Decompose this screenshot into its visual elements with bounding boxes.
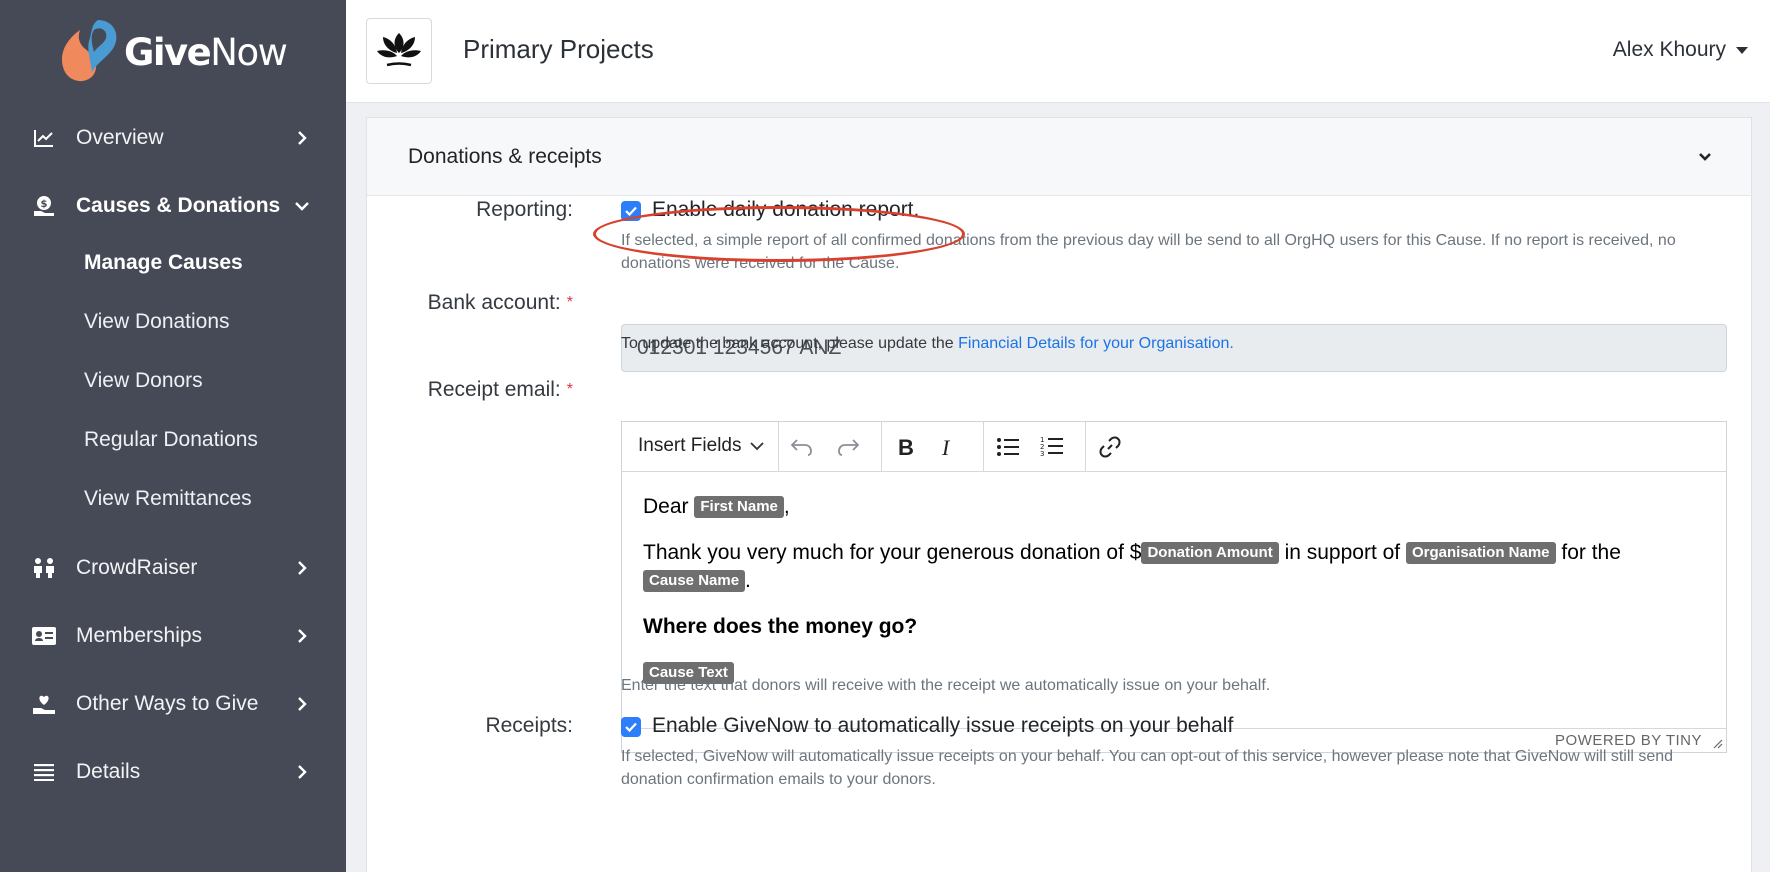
required-marker: * [566, 381, 573, 398]
numbered-list-icon: 123 [1040, 436, 1063, 458]
first-name-merge-tag: First Name [694, 496, 784, 518]
page-title: Primary Projects [463, 34, 654, 64]
sidebar-item-crowdraiser[interactable]: CrowdRaiser [0, 538, 346, 598]
sidebar-item-details[interactable]: Details [0, 742, 346, 802]
donation-amount-merge-tag: Donation Amount [1141, 542, 1279, 564]
sidebar-subitem-regular-donations[interactable]: Regular Donations [84, 428, 258, 452]
bank-account-label: Bank account: * [427, 291, 573, 314]
top-bar: Primary Projects Alex Khoury [346, 0, 1770, 103]
svg-text:I: I [941, 436, 951, 458]
bank-account-help: To update the bank account, please updat… [621, 335, 1234, 352]
svg-text:$: $ [41, 199, 48, 210]
sidebar-item-label: Overview [76, 126, 164, 149]
chevron-down-icon[interactable] [1697, 149, 1713, 165]
givenow-wordmark: GiveNow [124, 30, 288, 74]
salutation-line: Dear First Name, [643, 495, 790, 518]
chevron-right-icon [293, 559, 311, 577]
receipt-email-editor: Insert Fields B I 123 Dear First Name , … [621, 421, 1727, 753]
receipt-email-help: Enter the text that donors will receive … [621, 677, 1271, 694]
sidebar-subitem-manage-causes[interactable]: Manage Causes [84, 251, 243, 275]
required-marker: * [566, 294, 573, 311]
sidebar-subitem-view-donors[interactable]: View Donors [84, 369, 203, 393]
lotus-leaf-icon [377, 33, 421, 67]
italic-button[interactable]: I [934, 433, 962, 461]
editor-heading: Where does the money go? [643, 615, 918, 638]
people-icon [32, 556, 56, 580]
receipts-help-text: If selected, GiveNow will automatically … [621, 748, 1674, 788]
sidebar-item-label: CrowdRaiser [76, 556, 198, 579]
redo-button[interactable] [834, 433, 862, 461]
thanks-paragraph: Thank you very much for your generous do… [643, 541, 1621, 592]
chevron-down-icon [293, 197, 311, 215]
svg-text:B: B [898, 436, 914, 458]
chevron-right-icon [293, 695, 311, 713]
undo-button[interactable] [788, 433, 816, 461]
checkmark-icon [625, 206, 637, 216]
hand-coin-icon: $ [32, 194, 56, 218]
sidebar-item-label: Memberships [76, 624, 203, 647]
sidebar-item-memberships[interactable]: Memberships [0, 606, 346, 666]
reporting-label: Reporting: [476, 198, 573, 221]
sidebar-item-overview[interactable]: Overview [0, 108, 346, 168]
cause-name-merge-tag: Cause Name [643, 570, 746, 592]
receipt-email-label: Receipt email: * [427, 378, 573, 401]
sidebar: GiveNow Overview $ Causes & Donations Ma… [0, 0, 346, 872]
bold-button[interactable]: B [892, 433, 920, 461]
chevron-right-icon [293, 129, 311, 147]
financial-details-link[interactable]: Financial Details for your Organisation. [958, 335, 1234, 352]
daily-report-checkbox[interactable] [621, 201, 641, 221]
checkmark-icon [625, 722, 637, 732]
givenow-logo[interactable]: GiveNow [58, 18, 288, 86]
chevron-right-icon [293, 627, 311, 645]
auto-receipts-checkbox[interactable] [621, 717, 641, 737]
sidebar-subitem-view-remittances[interactable]: View Remittances [84, 487, 252, 511]
donations-receipts-card: Donations & receipts Reporting: Enable d… [366, 117, 1752, 872]
receipts-label: Receipts: [485, 714, 573, 737]
organisation-logo [366, 18, 432, 84]
caret-down-icon [1736, 46, 1748, 54]
list-icon [32, 760, 56, 784]
sidebar-item-label: Details [76, 760, 141, 783]
sidebar-subitem-view-donations[interactable]: View Donations [84, 310, 230, 334]
givenow-logo-mark-icon [58, 18, 120, 86]
line-chart-icon [32, 126, 56, 150]
editor-toolbar: Insert Fields B I 123 [622, 422, 1726, 472]
sidebar-item-other-ways-to-give[interactable]: Other Ways to Give [0, 674, 346, 734]
bullet-list-icon [997, 438, 1019, 456]
user-name: Alex Khoury [1612, 38, 1726, 61]
italic-icon: I [941, 436, 951, 458]
chevron-down-icon [750, 441, 765, 450]
auto-receipts-checkbox-label[interactable]: Enable GiveNow to automatically issue re… [652, 714, 1233, 738]
organisation-name-merge-tag: Organisation Name [1405, 542, 1556, 564]
insert-link-button[interactable] [1096, 433, 1124, 461]
hand-heart-icon [32, 692, 56, 716]
sidebar-item-label: Causes & Donations [76, 194, 281, 217]
sidebar-item-label: Other Ways to Give [76, 692, 259, 715]
sidebar-item-causes-donations[interactable]: $ Causes & Donations [0, 176, 346, 236]
link-icon [1099, 436, 1121, 458]
user-menu[interactable]: Alex Khoury [1613, 38, 1748, 62]
chevron-right-icon [293, 763, 311, 781]
insert-fields-dropdown[interactable]: Insert Fields [638, 435, 765, 457]
reporting-help-text: If selected, a simple report of all conf… [621, 232, 1676, 272]
bold-icon: B [898, 436, 914, 458]
id-card-icon [32, 624, 56, 648]
undo-icon [791, 439, 812, 456]
bullet-list-button[interactable] [994, 433, 1022, 461]
card-header[interactable]: Donations & receipts [367, 118, 1751, 196]
numbered-list-button[interactable]: 123 [1038, 433, 1066, 461]
card-title: Donations & receipts [408, 145, 602, 168]
svg-text:3: 3 [1040, 450, 1044, 458]
redo-icon [838, 439, 859, 456]
daily-report-checkbox-label[interactable]: Enable daily donation report. [652, 198, 919, 222]
